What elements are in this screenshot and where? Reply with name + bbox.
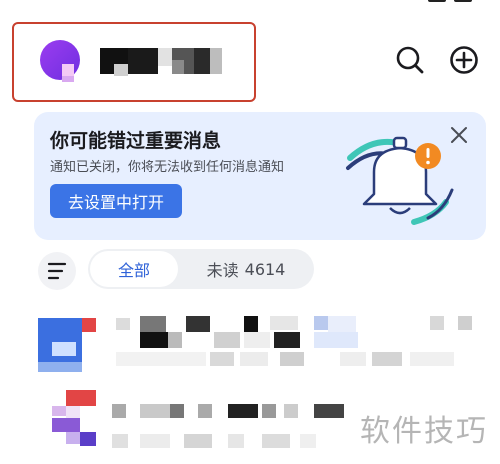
menu-icon [47,262,67,280]
avatar [52,418,80,432]
account-name-redacted [100,44,222,84]
account-switcher[interactable] [12,22,256,102]
avatar-logo [40,40,80,82]
tab-unread[interactable]: 未读 4614 [184,249,308,289]
filter-menu-button[interactable] [38,252,76,290]
search-icon[interactable] [392,42,428,78]
app-screen: 你可能错过重要消息 通知已关闭，你将无法收到任何消息通知 去设置中打开 全部 未… [0,0,500,464]
tab-unread-label: 未读 [206,261,239,280]
add-icon[interactable] [446,42,482,78]
tab-unread-count: 4614 [244,259,286,279]
message-filter-tabs: 全部 未读 4614 [88,249,314,289]
banner-subtitle: 通知已关闭，你将无法收到任何消息通知 [50,160,285,175]
tab-all[interactable]: 全部 [90,251,178,287]
notification-banner: 你可能错过重要消息 通知已关闭，你将无法收到任何消息通知 去设置中打开 [34,112,486,240]
app-header [0,0,500,118]
banner-title: 你可能错过重要消息 [50,130,222,152]
watermark: 软件技巧 [360,414,488,449]
open-settings-button[interactable]: 去设置中打开 [50,184,182,218]
list-item[interactable] [0,312,500,374]
close-icon[interactable] [448,124,470,146]
bell-icon [346,136,454,225]
